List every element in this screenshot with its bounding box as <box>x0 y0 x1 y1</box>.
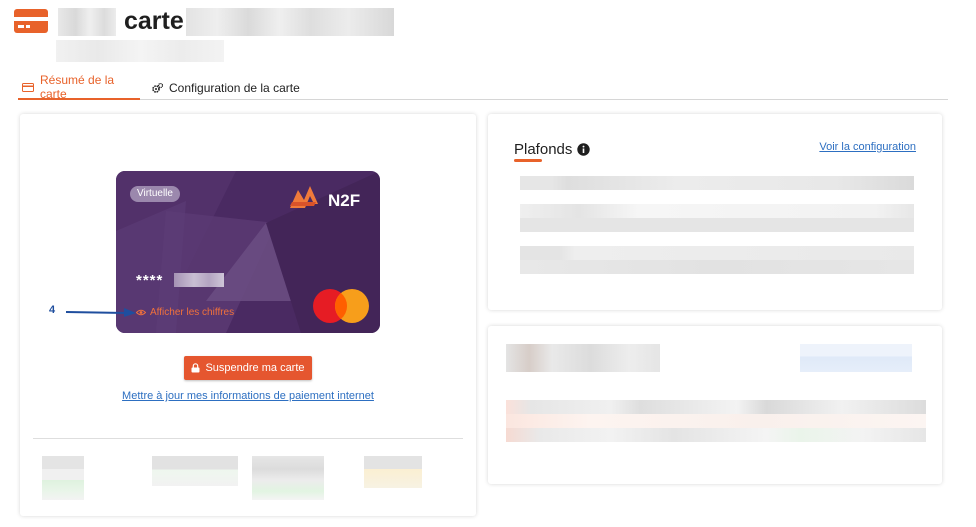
n2f-logo-icon: N2F <box>290 186 360 210</box>
row-redacted-3 <box>506 428 926 442</box>
eye-icon <box>136 309 146 316</box>
panel-heading-redacted <box>506 344 660 372</box>
card-summary-panel: Virtuelle N2F **** Afficher les chiffres… <box>20 114 476 516</box>
virtual-card: Virtuelle N2F **** Afficher les chiffres <box>116 171 380 333</box>
row-redacted-2 <box>506 414 926 428</box>
tab-label: Configuration de la carte <box>169 80 300 95</box>
stat-redacted-2 <box>152 456 238 486</box>
card-last-digits-redacted <box>174 273 224 287</box>
annotation-number: 4 <box>49 304 56 316</box>
info-icon[interactable] <box>577 143 591 156</box>
view-configuration-link[interactable]: Voir la configuration <box>819 141 916 153</box>
tab-card-summary[interactable]: Résumé de la carte <box>18 73 140 101</box>
credit-card-icon <box>22 82 34 92</box>
lock-icon <box>191 363 200 373</box>
card-type-badge: Virtuelle <box>130 186 180 202</box>
tab-card-configuration[interactable]: Configuration de la carte <box>152 76 300 99</box>
update-payment-info-link[interactable]: Mettre à jour mes informations de paieme… <box>20 390 476 402</box>
limit-row-redacted-2 <box>520 204 914 218</box>
panel-link-redacted <box>800 344 912 372</box>
plafonds-title-underline <box>514 159 542 162</box>
tab-label: Résumé de la carte <box>40 73 115 101</box>
mastercard-icon <box>313 289 369 323</box>
stat-redacted-4 <box>364 456 422 488</box>
limit-row-redacted-5 <box>520 260 914 274</box>
section-divider <box>33 438 463 439</box>
row-redacted-1 <box>506 400 926 414</box>
limit-row-redacted-4 <box>520 246 914 260</box>
tab-bar: Résumé de la carte Configuration de la c… <box>18 73 948 101</box>
gears-icon <box>152 82 163 93</box>
show-digits-link[interactable]: Afficher les chiffres <box>136 307 234 318</box>
annotation-arrow-icon <box>65 308 136 317</box>
title-suffix-redacted <box>186 8 394 36</box>
limit-row-redacted-1 <box>520 176 914 190</box>
subtitle-redacted <box>56 40 224 62</box>
title-prefix-redacted <box>58 8 116 36</box>
suspend-card-label: Suspendre ma carte <box>205 362 305 374</box>
plafonds-panel: Plafonds Voir la configuration <box>488 114 942 310</box>
show-digits-label: Afficher les chiffres <box>150 307 235 318</box>
stat-redacted-3 <box>252 456 324 500</box>
limit-row-redacted-3 <box>520 218 914 232</box>
transactions-panel <box>488 326 942 484</box>
n2f-logo-text: N2F <box>328 191 360 210</box>
page-title: carte <box>124 7 184 35</box>
card-masked-number: **** <box>136 272 164 289</box>
plafonds-title: Plafonds <box>514 141 573 158</box>
suspend-card-button[interactable]: Suspendre ma carte <box>184 356 312 380</box>
credit-card-icon <box>14 9 48 33</box>
plafonds-heading: Plafonds <box>514 141 591 158</box>
stat-redacted-1 <box>42 456 84 500</box>
